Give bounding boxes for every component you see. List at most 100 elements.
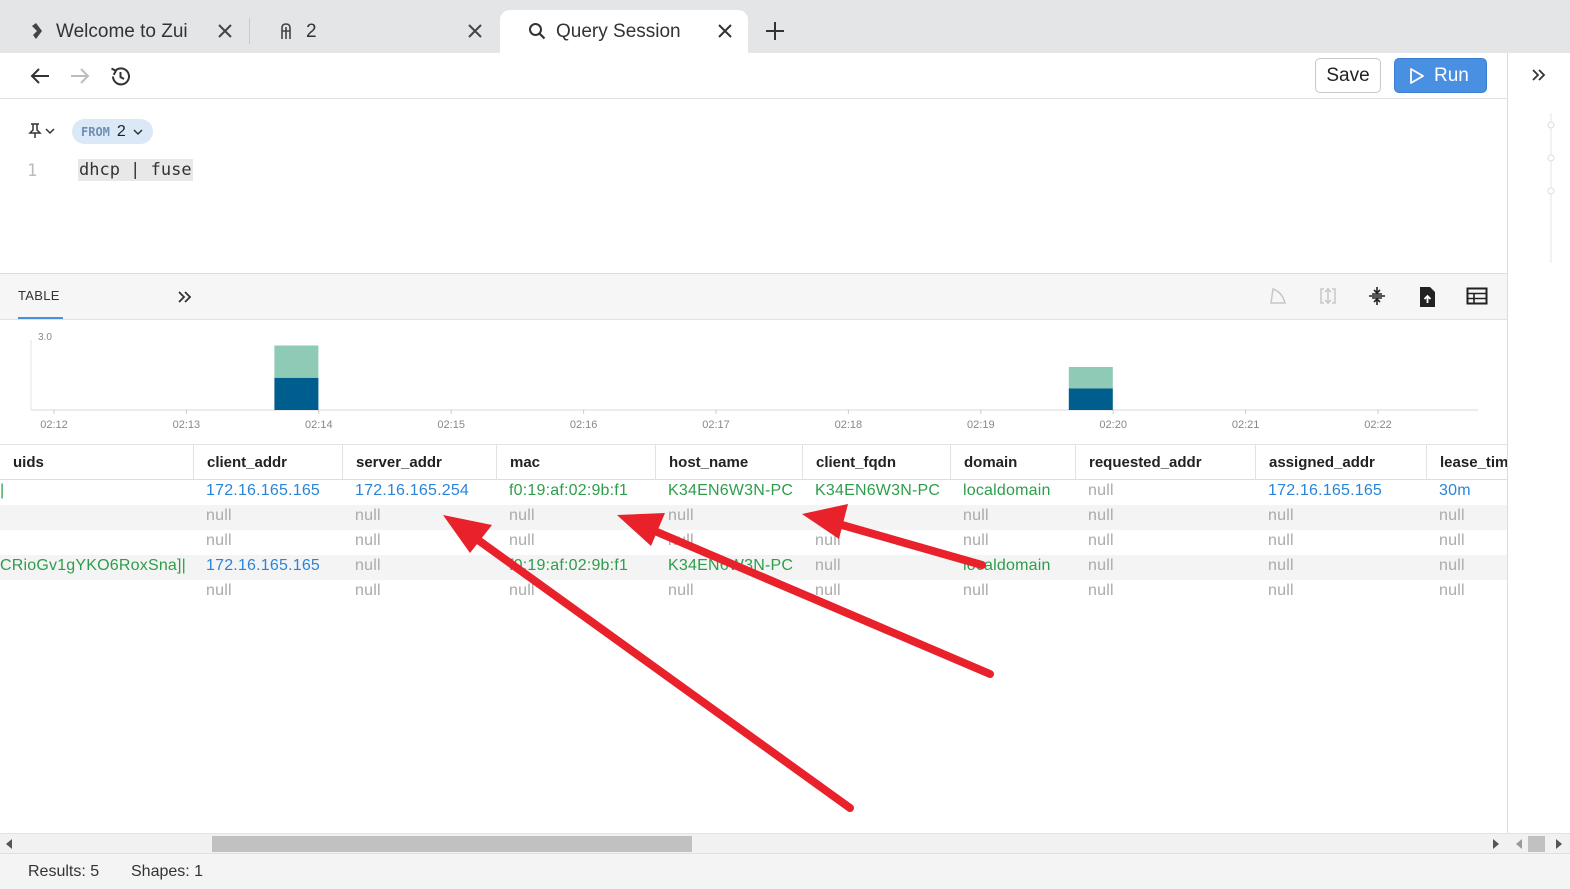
- table-cell-host-name[interactable]: K34EN6W3N-PC: [655, 555, 802, 580]
- tab-pool[interactable]: 2: [250, 10, 498, 53]
- table-cell-domain[interactable]: null: [950, 530, 1075, 555]
- row-height-icon[interactable]: [1367, 286, 1387, 306]
- table-cell-assigned-addr[interactable]: null: [1255, 580, 1426, 605]
- table-cell-lease-time[interactable]: null: [1426, 580, 1507, 605]
- table-cell-uids[interactable]: [0, 530, 193, 555]
- table-cell-client-fqdn[interactable]: null: [802, 580, 950, 605]
- tab-query-session[interactable]: Query Session: [500, 10, 748, 53]
- histogram-bar-segment[interactable]: [274, 377, 319, 410]
- back-arrow-icon[interactable]: [29, 65, 51, 87]
- table-cell-host-name[interactable]: null: [655, 580, 802, 605]
- table-cell-client-addr[interactable]: null: [193, 505, 342, 530]
- table-cell-lease-time[interactable]: null: [1426, 505, 1507, 530]
- table-cell-client-fqdn[interactable]: null: [802, 505, 950, 530]
- table-cell-domain[interactable]: null: [950, 505, 1075, 530]
- table-view-icon[interactable]: [1466, 286, 1488, 306]
- table-row[interactable]: null null null null null null null null null: [0, 580, 1507, 605]
- table-row[interactable]: | 172.16.165.165 172.16.165.254 f0:19:af:02…: [0, 480, 1507, 505]
- table-cell-client-addr[interactable]: null: [193, 530, 342, 555]
- scroll-right-arrow-icon[interactable]: [1493, 839, 1499, 849]
- table-cell-mac[interactable]: null: [496, 580, 655, 605]
- scroll-left-arrow-icon[interactable]: [6, 839, 12, 849]
- history-icon[interactable]: [109, 65, 132, 88]
- table-cell-host-name[interactable]: K34EN6W3N-PC: [655, 480, 802, 505]
- table-cell-domain[interactable]: localdomain: [950, 555, 1075, 580]
- table-cell-mac[interactable]: f0:19:af:02:9b:f1: [496, 555, 655, 580]
- column-header-mac[interactable]: mac: [496, 445, 655, 480]
- column-header-assigned-addr[interactable]: assigned_addr: [1255, 445, 1426, 480]
- table-row[interactable]: CRioGv1gYKO6RoxSna]| 172.16.165.165 null f0…: [0, 555, 1507, 580]
- table-cell-mac[interactable]: null: [496, 530, 655, 555]
- scrollbar-thumb[interactable]: [1528, 836, 1545, 852]
- table-cell-assigned-addr[interactable]: null: [1255, 530, 1426, 555]
- double-chevron-right-icon[interactable]: [176, 288, 194, 306]
- column-header-requested-addr[interactable]: requested_addr: [1075, 445, 1255, 480]
- table-cell-client-fqdn[interactable]: null: [802, 555, 950, 580]
- table-cell-server-addr[interactable]: null: [342, 505, 496, 530]
- table-cell-requested-addr[interactable]: null: [1075, 580, 1255, 605]
- column-header-uids[interactable]: uids: [0, 445, 193, 480]
- column-header-client-fqdn[interactable]: client_fqdn: [802, 445, 950, 480]
- table-cell-server-addr[interactable]: 172.16.165.254: [342, 480, 496, 505]
- table-cell-server-addr[interactable]: null: [342, 555, 496, 580]
- table-cell-client-addr[interactable]: 172.16.165.165: [193, 555, 342, 580]
- column-header-domain[interactable]: domain: [950, 445, 1075, 480]
- export-file-icon[interactable]: [1417, 286, 1437, 308]
- table-cell-mac[interactable]: null: [496, 505, 655, 530]
- run-button[interactable]: Run: [1394, 58, 1487, 93]
- table-cell-domain[interactable]: null: [950, 580, 1075, 605]
- scroll-left-arrow-icon[interactable]: [1516, 839, 1522, 849]
- column-header-server-addr[interactable]: server_addr: [342, 445, 496, 480]
- scroll-right-arrow-icon[interactable]: [1556, 839, 1562, 849]
- histogram-bar-segment[interactable]: [1068, 388, 1113, 411]
- rail-scrollbar[interactable]: [1507, 833, 1570, 853]
- table-cell-requested-addr[interactable]: null: [1075, 505, 1255, 530]
- pin-menu-button[interactable]: [28, 123, 55, 139]
- table-cell-requested-addr[interactable]: null: [1075, 480, 1255, 505]
- table-cell-requested-addr[interactable]: null: [1075, 555, 1255, 580]
- table-cell-lease-time[interactable]: null: [1426, 555, 1507, 580]
- table-cell-assigned-addr[interactable]: null: [1255, 555, 1426, 580]
- table-cell-domain[interactable]: localdomain: [950, 480, 1075, 505]
- table-cell-assigned-addr[interactable]: null: [1255, 505, 1426, 530]
- close-icon[interactable]: [466, 22, 484, 40]
- table-cell-lease-time[interactable]: null: [1426, 530, 1507, 555]
- table-cell-host-name[interactable]: null: [655, 505, 802, 530]
- table-row[interactable]: null null null null null null null null null: [0, 530, 1507, 555]
- table-cell-client-addr[interactable]: null: [193, 580, 342, 605]
- forward-arrow-icon[interactable]: [69, 65, 91, 87]
- table-cell-mac[interactable]: f0:19:af:02:9b:f1: [496, 480, 655, 505]
- close-icon[interactable]: [216, 22, 234, 40]
- from-pool-pill[interactable]: FROM 2: [72, 119, 153, 144]
- close-icon[interactable]: [716, 22, 734, 40]
- tab-welcome[interactable]: Welcome to Zui: [0, 10, 248, 53]
- table-cell-host-name[interactable]: null: [655, 530, 802, 555]
- table-cell-uids[interactable]: |: [0, 480, 193, 505]
- table-row[interactable]: null null null null null null null null null: [0, 505, 1507, 530]
- new-tab-plus-icon[interactable]: [764, 20, 786, 42]
- table-cell-server-addr[interactable]: null: [342, 530, 496, 555]
- column-header-client-addr[interactable]: client_addr: [193, 445, 342, 480]
- table-cell-client-addr[interactable]: 172.16.165.165: [193, 480, 342, 505]
- save-button[interactable]: Save: [1315, 58, 1381, 93]
- tab-table[interactable]: TABLE: [18, 274, 60, 320]
- table-cell-assigned-addr[interactable]: 172.16.165.165: [1255, 480, 1426, 505]
- shape-icon[interactable]: [1268, 286, 1288, 306]
- table-cell-lease-time[interactable]: 30m: [1426, 480, 1507, 505]
- column-header-host-name[interactable]: host_name: [655, 445, 802, 480]
- column-header-lease-time[interactable]: lease_time: [1426, 445, 1507, 480]
- expand-right-panel-icon[interactable]: [1530, 66, 1548, 84]
- table-cell-client-fqdn[interactable]: K34EN6W3N-PC: [802, 480, 950, 505]
- query-text[interactable]: dhcp | fuse: [78, 159, 193, 181]
- table-cell-uids[interactable]: [0, 505, 193, 530]
- table-cell-server-addr[interactable]: null: [342, 580, 496, 605]
- table-cell-requested-addr[interactable]: null: [1075, 530, 1255, 555]
- table-cell-client-fqdn[interactable]: null: [802, 530, 950, 555]
- horizontal-scrollbar[interactable]: [0, 833, 1507, 853]
- expand-collapse-icon[interactable]: [1318, 286, 1338, 306]
- histogram-bar-segment[interactable]: [274, 345, 319, 378]
- table-cell-uids[interactable]: [0, 580, 193, 605]
- histogram-bar-segment[interactable]: [1068, 367, 1113, 389]
- table-cell-uids[interactable]: CRioGv1gYKO6RoxSna]|: [0, 555, 193, 580]
- scrollbar-thumb[interactable]: [212, 836, 692, 852]
